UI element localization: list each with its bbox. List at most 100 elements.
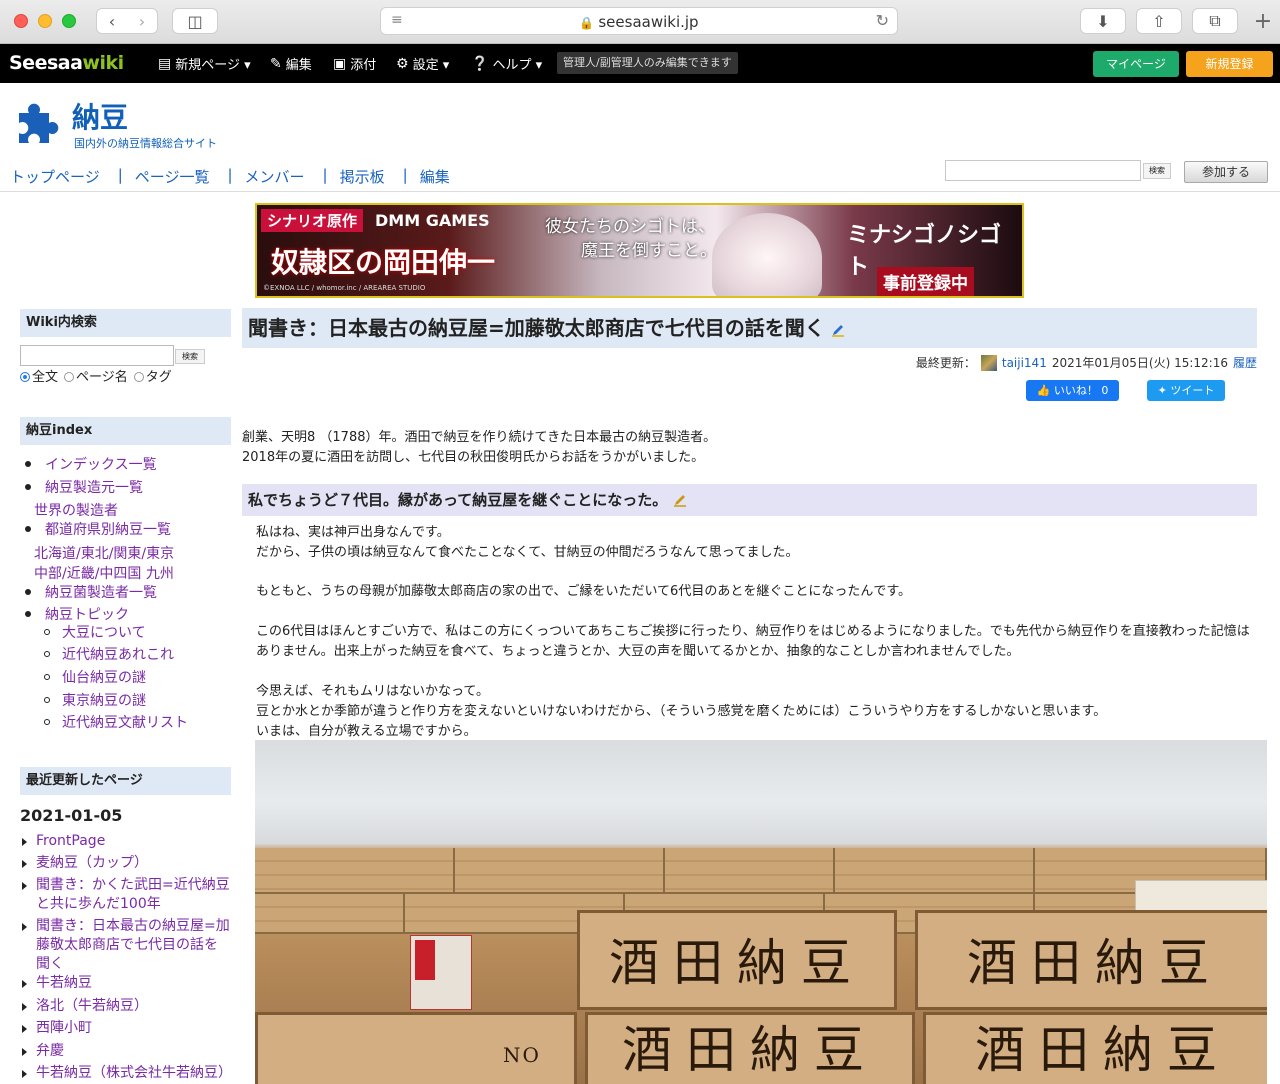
nav-separator: |: [322, 166, 328, 184]
admin-note: 管理人/副管理人のみ編集できます: [557, 52, 738, 74]
history-link[interactable]: 履歴: [1233, 354, 1257, 371]
index-sublink[interactable]: 仙台納豆の謎: [44, 667, 146, 687]
reload-icon[interactable]: ↻: [876, 11, 889, 30]
banner-title: 奴隷区の岡田伸一: [271, 246, 496, 279]
recent-page-link[interactable]: 西陣小町: [20, 1019, 230, 1038]
paragraph: 私はね、実は神戸出身なんです。: [256, 525, 450, 540]
author-link[interactable]: taiji141: [1002, 356, 1047, 370]
seesaa-wiki-logo[interactable]: Seesaawiki: [9, 52, 124, 74]
index-sublink[interactable]: 東京納豆の謎: [44, 690, 146, 710]
recent-page-label: 西陣小町: [36, 1020, 92, 1036]
index-link[interactable]: 納豆製造元一覧: [20, 477, 143, 497]
tabs-overview-button[interactable]: ⧉: [1192, 8, 1238, 34]
tweet-button[interactable]: ✦ ツイート: [1147, 380, 1225, 401]
banner-character-image: [712, 213, 822, 296]
nav-separator: |: [227, 166, 233, 184]
banner-catch: 彼女たちのシゴトは、魔王を倒すこと。: [545, 215, 717, 263]
close-window-button[interactable]: [14, 14, 28, 28]
index-link-label: 都道府県別納豆一覧: [45, 522, 171, 538]
index-link-label: 納豆菌製造者一覧: [45, 585, 157, 601]
recent-page-link[interactable]: 聞書き：かくた武田=近代納豆と共に歩んだ100年: [20, 876, 230, 914]
facebook-like-button[interactable]: 👍 いいね！ 0: [1026, 380, 1119, 401]
banner-ad[interactable]: シナリオ原作 DMM GAMES 奴隷区の岡田伸一 ©EXNOA LLC / w…: [255, 203, 1024, 298]
banner-prereg: 事前登録中: [877, 267, 974, 296]
circle-bullet-icon: [44, 674, 50, 680]
recent-page-link[interactable]: 麦納豆（カップ）: [20, 854, 230, 873]
recent-page-link[interactable]: FrontPage: [20, 832, 230, 851]
attach-menu[interactable]: ▣ 添付: [333, 54, 376, 74]
site-search-button[interactable]: 検索: [1143, 163, 1171, 179]
sidebar-toggle-button[interactable]: ◫: [172, 8, 218, 34]
minimize-window-button[interactable]: [38, 14, 52, 28]
recent-page-link[interactable]: 牛若納豆: [20, 974, 230, 993]
bird-icon: ✦: [1157, 384, 1171, 397]
recent-page-link[interactable]: 弁慶: [20, 1042, 230, 1061]
recent-page-label: 聞書き：日本最古の納豆屋=加藤敬太郎商店で七代目の話を聞く: [36, 918, 230, 972]
back-icon[interactable]: ‹: [97, 12, 127, 31]
new-tab-button[interactable]: +: [1249, 9, 1277, 37]
paragraph: 今思えば、それもムリはないかなって。: [256, 684, 489, 699]
recent-page-label: 牛若納豆（株式会社牛若納豆）: [36, 1065, 232, 1081]
index-sublink[interactable]: 大豆について: [44, 622, 146, 642]
address-bar[interactable]: ≡ 🔒 seesaawiki.jp ↻: [380, 7, 898, 35]
bullet-icon: [25, 484, 31, 490]
settings-menu[interactable]: ⚙ 設定 ▾: [396, 54, 449, 74]
index-sublink[interactable]: 近代納豆あれこれ: [44, 644, 174, 664]
help-icon: ❔: [471, 55, 489, 72]
nav-separator: |: [402, 166, 408, 184]
index-plain-link[interactable]: 中部/近畿/中四国 九州: [34, 563, 174, 583]
bullet-icon: [25, 461, 31, 467]
index-plain-link[interactable]: 世界の製造者: [34, 500, 118, 520]
circle-bullet-icon: [44, 629, 50, 635]
mypage-button[interactable]: マイページ: [1093, 51, 1179, 77]
scope-fulltext-label: 全文: [32, 370, 59, 385]
index-link[interactable]: 都道府県別納豆一覧: [20, 519, 171, 539]
puzzle-logo-icon[interactable]: [11, 95, 65, 149]
edit-pencil-icon[interactable]: [673, 493, 687, 507]
browser-toolbar: ‹ › ◫ ≡ 🔒 seesaawiki.jp ↻ ⬇ ⇧ ⧉ +: [0, 0, 1280, 44]
share-button[interactable]: ⇧: [1136, 8, 1182, 34]
nav-edit[interactable]: 編集: [420, 166, 468, 187]
thumbs-up-icon: 👍: [1036, 384, 1054, 397]
intro-line: 2018年の夏に酒田を訪問し、七代目の秋田俊明氏からお話をうかがいました。: [242, 450, 705, 465]
index-sublink-label: 大豆について: [62, 625, 146, 641]
edit-pencil-icon[interactable]: [831, 323, 845, 337]
index-sublink-label: 近代納豆文献リスト: [62, 715, 188, 731]
nav-members[interactable]: メンバー: [245, 166, 323, 187]
recent-page-link[interactable]: 聞書き：日本最古の納豆屋=加藤敬太郎商店で七代目の話を聞く: [20, 917, 230, 974]
nav-top-page[interactable]: トップページ: [10, 166, 118, 187]
banner-catch-line1: 彼女たちのシゴトは、: [545, 217, 715, 237]
index-link[interactable]: 納豆菌製造者一覧: [20, 582, 157, 602]
nav-bbs[interactable]: 掲示板: [340, 166, 403, 187]
bullet-icon: [25, 589, 31, 595]
triangle-bullet-icon: [22, 1070, 27, 1078]
download-button[interactable]: ⬇: [1080, 8, 1126, 34]
logo-seesaa-text: Seesaa: [9, 52, 83, 74]
banner-catch-line2: 魔王を倒すこと。: [581, 241, 717, 261]
recent-page-link[interactable]: 牛若納豆（株式会社牛若納豆）: [20, 1064, 232, 1083]
help-menu[interactable]: ❔ ヘルプ ▾: [471, 54, 542, 74]
index-plain-link[interactable]: 北海道/東北/関東/東京: [34, 543, 174, 563]
forward-icon[interactable]: ›: [127, 12, 157, 31]
register-button[interactable]: 新規登録: [1186, 51, 1273, 77]
site-search-input[interactable]: [945, 160, 1141, 181]
scope-tag[interactable]: タグ: [133, 366, 172, 385]
index-link[interactable]: インデックス一覧: [20, 454, 157, 474]
index-sublink[interactable]: 近代納豆文献リスト: [44, 712, 188, 732]
scope-fulltext[interactable]: 全文: [20, 366, 58, 385]
wiki-search-button[interactable]: 検索: [175, 349, 205, 364]
edit-menu[interactable]: ✎ 編集: [270, 54, 312, 74]
join-button[interactable]: 参加する: [1184, 161, 1268, 183]
recent-page-label: 麦納豆（カップ）: [36, 855, 148, 871]
zoom-window-button[interactable]: [62, 14, 76, 28]
author-avatar[interactable]: [980, 354, 997, 371]
nav-page-list[interactable]: ページ一覧: [135, 166, 228, 187]
recent-page-link[interactable]: 洛北（牛若納豆）: [20, 997, 230, 1016]
index-link[interactable]: 納豆トピック: [20, 604, 129, 624]
site-title[interactable]: 納豆: [72, 96, 128, 136]
wiki-search-input[interactable]: [20, 345, 174, 366]
scope-pagename[interactable]: ページ名: [64, 366, 128, 385]
back-forward-buttons[interactable]: ‹ ›: [96, 8, 158, 34]
like-label: いいね！ 0: [1053, 384, 1109, 397]
new-page-menu[interactable]: ▤ 新規ページ ▾: [158, 54, 251, 74]
